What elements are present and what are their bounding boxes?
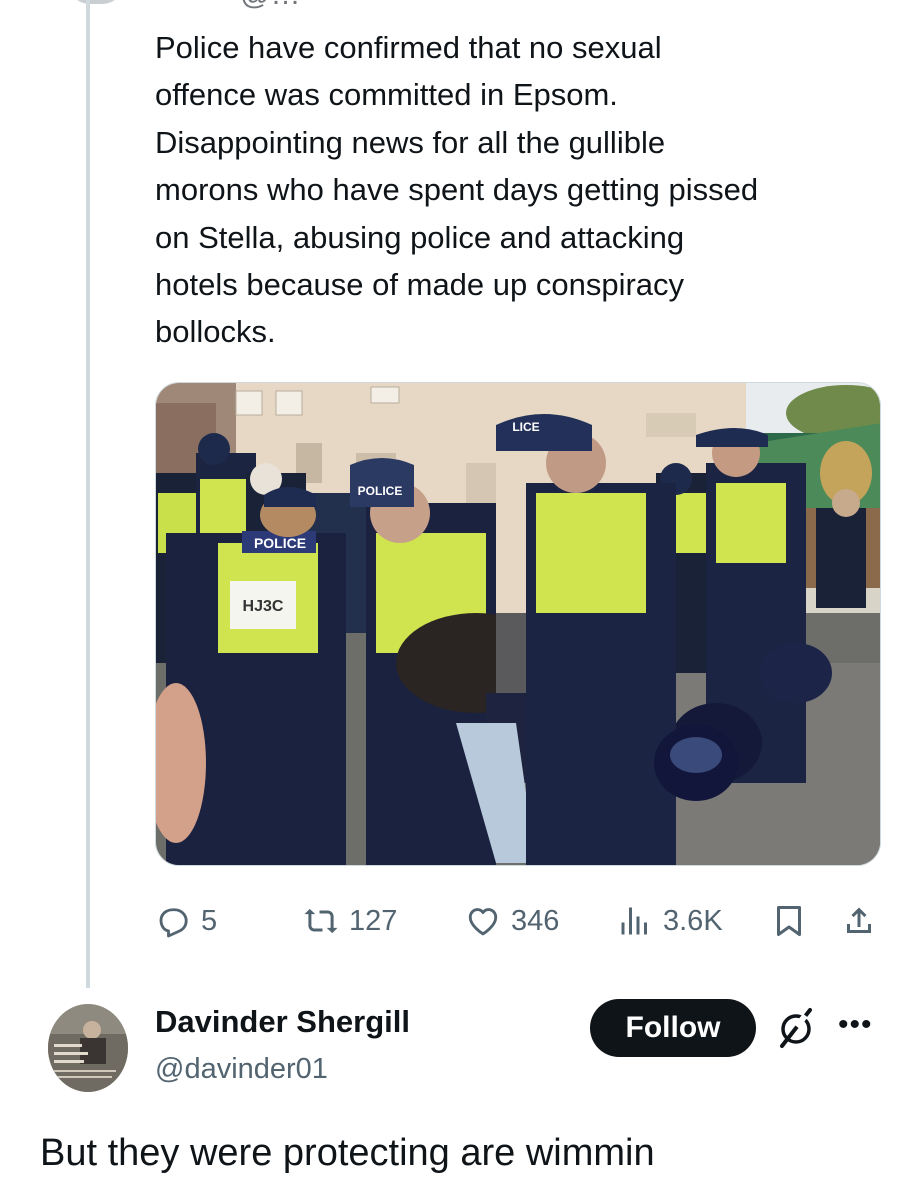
bookmark-button[interactable] [771,896,807,946]
repost-button[interactable]: 127 [303,896,397,946]
parent-author-row-cut: @… [60,0,760,12]
tweet-photo[interactable]: POLICE HJ3C POLICE LICE [155,382,881,866]
shoulder-number: HJ3C [243,598,284,615]
share-button[interactable] [841,896,877,946]
parent-author-handle[interactable]: @… [240,0,300,12]
repost-icon [304,908,338,934]
reply-tweet-text: But they were protecting are wimmin [40,1132,655,1174]
like-button[interactable]: 346 [465,896,559,946]
views-button[interactable]: 3.6K [617,896,723,946]
grok-slash-icon [780,1008,812,1048]
share-icon [847,907,871,933]
parent-avatar[interactable] [68,0,124,4]
vest-text: POLICE [254,535,306,551]
thread-connector-line [86,0,90,988]
more-options-icon[interactable]: ••• [838,1010,880,1044]
reply-author-avatar[interactable] [48,1004,128,1092]
reply-button[interactable]: 5 [155,896,217,946]
tweet-text-line: morons who have spent days getting pisse… [155,172,759,208]
tweet-text-line: on Stella, abusing police and attacking [155,219,685,255]
views-count: 3.6K [663,904,723,937]
reply-icon [159,908,188,938]
parent-tweet-text: Police have confirmed that no sexual off… [155,24,885,356]
reply-author-handle[interactable]: @davinder01 [155,1053,328,1086]
tweet-action-bar: 5 127 346 3.6K [155,896,885,946]
tweet-text-line: bollocks. [155,314,276,350]
avatar-image [48,1004,128,1092]
tweet-text-line: Disappointing news for all the gullible [155,124,666,160]
tweet-text-line: offence was committed in Epsom. [155,77,618,113]
reply-count: 5 [201,904,218,937]
heart-icon [468,908,498,936]
reply-author-name[interactable]: Davinder Shergill [155,1004,410,1040]
like-count: 346 [511,904,560,937]
police-arrest-photo: POLICE HJ3C POLICE LICE [156,383,880,865]
cap-text-2: LICE [512,420,539,434]
views-bar-chart-icon [621,907,647,935]
tweet-text-line: Police have confirmed that no sexual [155,30,662,65]
bookmark-icon [777,906,801,936]
tweet-text-line: hotels because of made up conspiracy [155,267,685,303]
cap-text: POLICE [358,484,403,498]
grok-icon[interactable] [774,1006,818,1050]
repost-count: 127 [349,904,398,937]
follow-button[interactable]: Follow [590,999,756,1057]
